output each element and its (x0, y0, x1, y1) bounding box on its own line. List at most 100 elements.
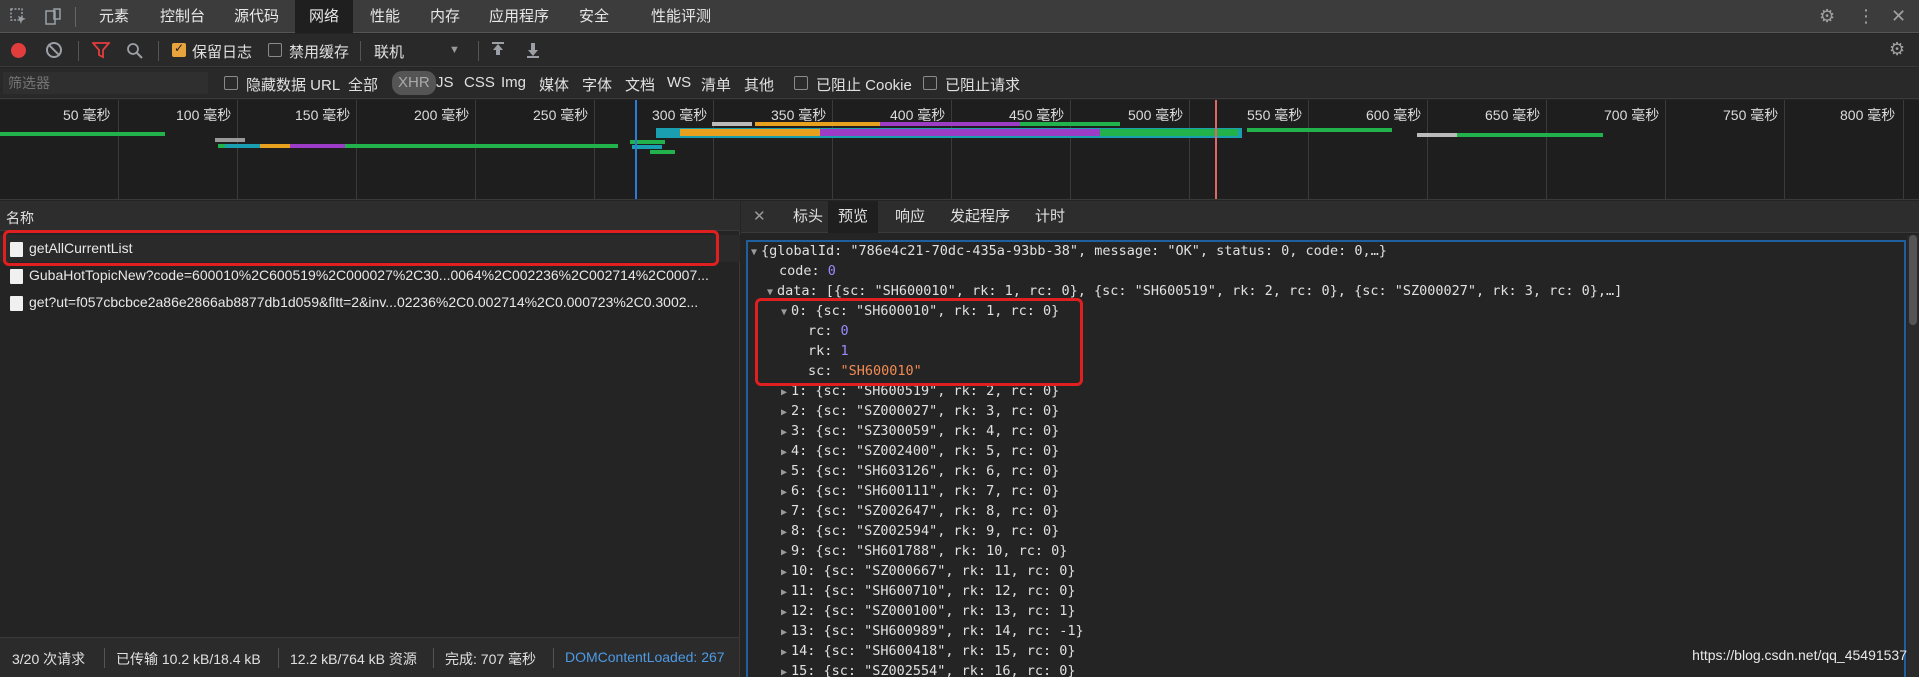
request-row[interactable]: GubaHotTopicNew?code=600010%2C600519%2C0… (0, 262, 740, 289)
filter-type-css[interactable]: CSS (464, 74, 495, 91)
preserve-log-checkbox[interactable] (172, 41, 186, 57)
json-item-node[interactable]: ▶ 6: {sc: "SH600111", rk: 7, rc: 0} (781, 481, 1059, 501)
json-item-node[interactable]: ▶ 7: {sc: "SZ002647", rk: 8, rc: 0} (781, 501, 1059, 521)
grid-line (832, 100, 833, 199)
collapsed-triangle-icon: ▶ (781, 627, 788, 638)
blocked-requests-checkbox[interactable] (923, 76, 937, 90)
collapsed-triangle-icon: ▶ (781, 447, 788, 458)
tab-timing[interactable]: 计时 (1025, 201, 1075, 233)
json-item-node[interactable]: ▶ 3: {sc: "SZ300059", rk: 4, rc: 0} (781, 421, 1059, 441)
json-root-text: {globalId: "786e4c21-70dc-435a-93bb-38",… (761, 243, 1387, 259)
clear-button[interactable] (46, 42, 62, 58)
timing-bar (260, 144, 290, 148)
tab-initiator[interactable]: 发起程序 (940, 201, 1020, 233)
network-settings-gear-icon[interactable]: ⚙ (1889, 39, 1905, 60)
json-item-text: 9: {sc: "SH601788", rk: 10, rc: 0} (791, 543, 1068, 559)
dom-content-loaded-marker (635, 100, 637, 199)
filter-type-font[interactable]: 字体 (582, 74, 612, 95)
json-root-node[interactable]: ▼ {globalId: "786e4c21-70dc-435a-93bb-38"… (751, 241, 1387, 261)
preview-scrollbar[interactable] (1907, 235, 1919, 677)
timing-bar (290, 144, 345, 148)
filter-type-js[interactable]: JS (436, 74, 454, 91)
tab-application[interactable]: 应用程序 (475, 0, 563, 33)
grid-line (1546, 100, 1547, 199)
filter-type-all[interactable]: 全部 (348, 74, 378, 95)
close-icon[interactable]: ✕ (1891, 6, 1906, 27)
scrollbar-thumb[interactable] (1909, 235, 1917, 325)
filter-type-manifest[interactable]: 清单 (701, 74, 731, 95)
json-item-node[interactable]: ▶ 9: {sc: "SH601788", rk: 10, rc: 0} (781, 541, 1067, 561)
request-row[interactable]: get?ut=f057cbcbce2a86e2866ab8877db1d059&… (0, 289, 740, 316)
grid-line (1189, 100, 1190, 199)
collapsed-triangle-icon: ▶ (781, 667, 788, 677)
chevron-down-icon[interactable]: ▼ (449, 44, 460, 56)
timing-bar (820, 129, 1100, 136)
timeline-tick-label: 650 毫秒 (1485, 107, 1541, 123)
tab-headers[interactable]: 标头 (783, 201, 833, 233)
json-item-node[interactable]: ▶ 2: {sc: "SZ000027", rk: 3, rc: 0} (781, 401, 1059, 421)
filter-type-ws[interactable]: WS (667, 74, 691, 91)
json-item-node[interactable]: ▶ 15: {sc: "SZ002554", rk: 16, rc: 0} (781, 661, 1075, 677)
inspect-element-icon[interactable] (8, 6, 30, 28)
timeline-overview[interactable]: 50 毫秒 100 毫秒 150 毫秒 200 毫秒 250 毫秒 300 毫秒… (0, 100, 1919, 200)
filter-icon[interactable] (91, 42, 111, 62)
preserve-log-label: 保留日志 (192, 44, 253, 61)
export-har-icon[interactable] (525, 41, 541, 62)
tab-network[interactable]: 网络 (295, 0, 354, 33)
close-detail-icon[interactable]: ✕ (753, 207, 766, 225)
record-button[interactable] (11, 43, 26, 58)
dom-content-loaded-time: DOMContentLoaded: 267 (565, 649, 725, 665)
tab-performance[interactable]: 性能 (356, 0, 414, 33)
json-item-node[interactable]: ▶ 8: {sc: "SZ002594", rk: 9, rc: 0} (781, 521, 1059, 541)
json-number: 0 (827, 263, 836, 279)
filter-type-xhr[interactable]: XHR (392, 71, 436, 95)
devtools-tab-bar: 元素 控制台 源代码 网络 性能 内存 应用程序 安全 性能评测 ⚙ ⋮ ✕ (0, 0, 1919, 33)
tab-sources[interactable]: 源代码 (220, 0, 293, 33)
disable-cache-checkbox[interactable] (268, 43, 282, 57)
timing-bar (1020, 122, 1120, 126)
json-item-text: 6: {sc: "SH600111", rk: 7, rc: 0} (791, 483, 1060, 499)
json-item-node[interactable]: ▶ 5: {sc: "SH603126", rk: 6, rc: 0} (781, 461, 1059, 481)
collapsed-triangle-icon: ▶ (781, 587, 788, 598)
filter-type-doc[interactable]: 文档 (625, 74, 655, 95)
tab-response[interactable]: 响应 (885, 201, 935, 233)
json-item-node[interactable]: ▶ 12: {sc: "SZ000100", rk: 13, rc: 1} (781, 601, 1075, 621)
grid-line (475, 100, 476, 199)
tab-security[interactable]: 安全 (565, 0, 623, 33)
collapsed-triangle-icon: ▶ (781, 527, 788, 538)
tab-elements[interactable]: 元素 (85, 0, 143, 33)
settings-gear-icon[interactable]: ⚙ (1819, 6, 1835, 27)
timing-bar (1417, 133, 1457, 137)
timeline-tick-label: 600 毫秒 (1366, 107, 1422, 123)
search-icon[interactable] (126, 42, 144, 63)
tab-lighthouse[interactable]: 性能评测 (637, 0, 725, 33)
status-divider (278, 648, 279, 668)
tab-memory[interactable]: 内存 (416, 0, 474, 33)
toolbar-divider (478, 41, 479, 61)
tab-preview[interactable]: 预览 (828, 201, 879, 233)
throttling-select[interactable]: 联机 (374, 41, 404, 62)
blocked-cookies-checkbox[interactable] (794, 76, 808, 90)
filter-type-media[interactable]: 媒体 (539, 74, 569, 95)
json-item-node[interactable]: ▶ 14: {sc: "SH600418", rk: 15, rc: 0} (781, 641, 1075, 661)
expanded-triangle-icon: ▼ (751, 247, 758, 258)
json-item-node[interactable]: ▶ 11: {sc: "SH600710", rk: 12, rc: 0} (781, 581, 1075, 601)
more-options-icon[interactable]: ⋮ (1857, 6, 1875, 27)
json-item-node[interactable]: ▶ 4: {sc: "SZ002400", rk: 5, rc: 0} (781, 441, 1059, 461)
json-item-node[interactable]: ▶ 13: {sc: "SH600989", rk: 14, rc: -1} (781, 621, 1084, 641)
filter-type-img[interactable]: Img (501, 74, 526, 91)
timeline-tick-label: 50 毫秒 (63, 107, 111, 123)
request-detail-panel: ✕ 标头 预览 响应 发起程序 计时 ▼ {globalId: "786e4c21… (741, 201, 1919, 677)
json-item-text: 8: {sc: "SZ002594", rk: 9, rc: 0} (791, 523, 1060, 539)
name-column-header[interactable]: 名称 (6, 208, 34, 228)
hide-data-urls-checkbox[interactable] (224, 76, 238, 90)
json-item-node[interactable]: ▶ 10: {sc: "SZ000667", rk: 11, rc: 0} (781, 561, 1075, 581)
tab-console[interactable]: 控制台 (146, 0, 219, 33)
filter-input[interactable] (3, 72, 208, 94)
import-har-icon[interactable] (490, 41, 506, 62)
request-count: 3/20 次请求 (12, 651, 86, 667)
json-item-text: 7: {sc: "SZ002647", rk: 8, rc: 0} (791, 503, 1060, 519)
request-name: get?ut=f057cbcbce2a86e2866ab8877db1d059&… (29, 294, 699, 310)
filter-type-other[interactable]: 其他 (744, 74, 774, 95)
device-toolbar-icon[interactable] (42, 6, 64, 28)
